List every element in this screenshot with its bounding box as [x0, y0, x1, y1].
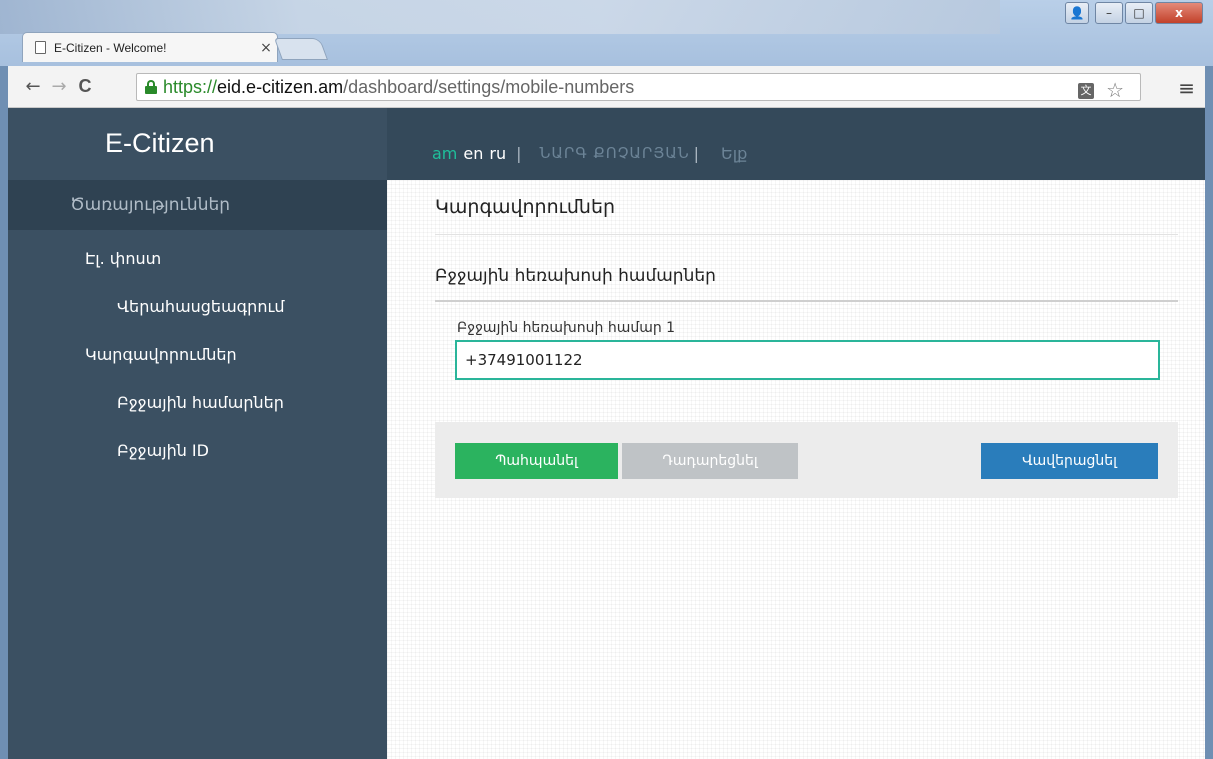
sidebar-item-forwarding[interactable]: Վերահասցեագրում	[8, 282, 387, 330]
bookmark-star-icon[interactable]: ☆	[1106, 78, 1124, 103]
translate-icon[interactable]: 文	[1078, 83, 1094, 99]
minimize-button[interactable]: –	[1095, 2, 1123, 24]
tab-close-icon[interactable]: ×	[255, 40, 277, 56]
divider	[435, 234, 1178, 235]
sidebar: E-Citizen Ծառայություններ Էլ. փոստ Վերահ…	[8, 108, 387, 759]
page-title: Կարգավորումներ	[435, 196, 616, 218]
url-host: eid.e-citizen.am	[217, 76, 344, 97]
back-icon[interactable]: ←	[20, 76, 46, 97]
lang-am-link[interactable]: am	[432, 144, 457, 163]
background-strip	[0, 0, 1000, 34]
brand-logo[interactable]: E-Citizen	[8, 108, 387, 180]
url-path: /dashboard/settings/mobile-numbers	[343, 76, 635, 97]
reload-icon[interactable]: C	[72, 76, 98, 97]
page-icon	[35, 41, 46, 54]
window-controls: 👤 – □ x	[1065, 2, 1203, 24]
logout-link[interactable]: Ելք	[721, 144, 747, 163]
forward-icon[interactable]: →	[46, 76, 72, 97]
close-window-button[interactable]: x	[1155, 2, 1203, 24]
tab-title: E-Citizen - Welcome!	[54, 40, 167, 55]
browser-toolbar: ← → C https:// eid.e-citizen.am /dashboa…	[8, 66, 1205, 108]
top-navigation: am en ru | ՆԱՐԳ ՔՈՉԱՐՅԱՆ | Ելք	[387, 108, 1205, 180]
phone-field-label: Բջջային հեռախոսի համար 1	[457, 320, 676, 336]
user-icon[interactable]: 👤	[1065, 2, 1089, 24]
sidebar-section-services[interactable]: Ծառայություններ	[8, 180, 387, 230]
url-scheme: https://	[163, 76, 218, 97]
sidebar-item-mobile-numbers[interactable]: Բջջային համարներ	[8, 378, 387, 426]
phone-number-input[interactable]	[455, 340, 1160, 380]
nav-separator: |	[516, 143, 522, 163]
sidebar-item-settings[interactable]: Կարգավորումներ	[8, 330, 387, 378]
section-title: Բջջային հեռախոսի համարներ	[435, 266, 716, 286]
username-link[interactable]: ՆԱՐԳ ՔՈՉԱՐՅԱՆ	[539, 144, 689, 162]
address-bar[interactable]: https:// eid.e-citizen.am /dashboard/set…	[136, 73, 1141, 103]
sidebar-item-mobile-id[interactable]: Բջջային ID	[8, 426, 387, 474]
verify-button[interactable]: Վավերացնել	[981, 443, 1158, 479]
cancel-button[interactable]: Դադարեցնել	[622, 443, 798, 479]
browser-menu-icon[interactable]: ≡	[1178, 76, 1195, 100]
lock-icon	[145, 80, 157, 94]
lang-en-link[interactable]: en	[463, 144, 483, 163]
action-bar: Պահպանել Դադարեցնել Վավերացնել	[435, 422, 1178, 498]
lang-ru-link[interactable]: ru	[489, 144, 506, 163]
browser-tab[interactable]: E-Citizen - Welcome! ×	[22, 32, 278, 62]
main-content: Կարգավորումներ Բջջային հեռախոսի համարներ…	[387, 180, 1205, 759]
sidebar-item-email[interactable]: Էլ. փոստ	[8, 234, 387, 282]
nav-separator: |	[693, 143, 700, 163]
page: E-Citizen Ծառայություններ Էլ. փոստ Վերահ…	[8, 108, 1205, 759]
new-tab-button[interactable]	[273, 38, 329, 60]
maximize-button[interactable]: □	[1125, 2, 1153, 24]
divider	[435, 300, 1178, 302]
save-button[interactable]: Պահպանել	[455, 443, 618, 479]
window-titlebar: E-Citizen - Welcome! × 👤 – □ x	[0, 0, 1213, 66]
